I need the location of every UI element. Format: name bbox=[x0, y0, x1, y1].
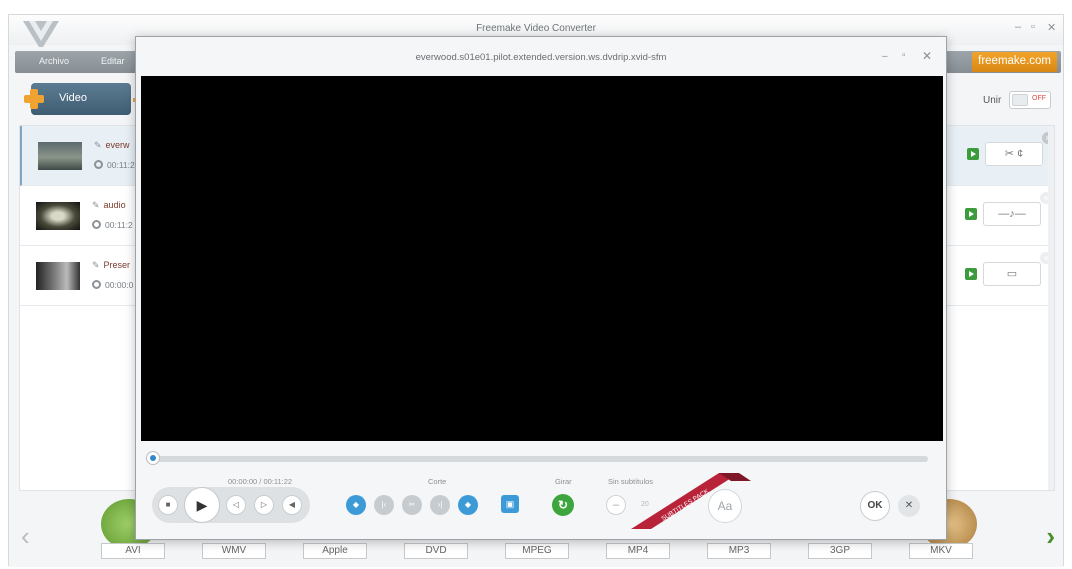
format-mp4-button[interactable]: MP4 bbox=[606, 543, 670, 559]
format-dvd-button[interactable]: DVD bbox=[404, 543, 468, 559]
join-label: Unir bbox=[983, 95, 1002, 106]
player-maximize-button[interactable]: ▫ bbox=[902, 50, 906, 61]
menu-archivo[interactable]: Archivo bbox=[39, 56, 69, 66]
mark-end-icon[interactable]: ◆ bbox=[458, 495, 478, 515]
format-apple-button[interactable]: Apple bbox=[303, 543, 367, 559]
list-scrollbar[interactable] bbox=[1048, 126, 1054, 490]
clock-icon bbox=[92, 280, 101, 289]
file-name[interactable]: ✎ everw bbox=[94, 140, 130, 151]
screen: Freemake Video Converter – ▫ ✕ Archivo E… bbox=[0, 0, 1072, 569]
edit-pencil-icon: ✎ bbox=[92, 260, 100, 270]
scissors-icon: ✂ ¢ bbox=[1004, 148, 1024, 160]
format-3gp-button[interactable]: 3GP bbox=[808, 543, 872, 559]
slideshow-edit-button[interactable]: ▭ bbox=[983, 262, 1041, 286]
audio-thumbnail bbox=[36, 202, 80, 230]
preview-play-icon[interactable] bbox=[967, 148, 979, 160]
join-toggle[interactable]: OFF bbox=[1009, 91, 1051, 109]
go-start-icon[interactable]: |‹ bbox=[374, 495, 394, 515]
frame-icon[interactable]: ▣ bbox=[501, 495, 519, 513]
time-readout: 00:00:00 / 00:11:22 bbox=[228, 477, 293, 486]
cut-caption: Corte bbox=[428, 477, 447, 486]
cut-selection-icon[interactable]: ✂ bbox=[402, 495, 422, 515]
video-thumbnail bbox=[38, 142, 82, 170]
subtitle-size-minus-button[interactable]: – bbox=[606, 495, 626, 515]
player-minimize-button[interactable]: – bbox=[882, 51, 888, 62]
format-mpeg-button[interactable]: MPEG bbox=[505, 543, 569, 559]
image-icon: ▭ bbox=[1006, 268, 1018, 280]
app-title: Freemake Video Converter bbox=[476, 23, 596, 34]
subtitles-caption: Sin subtítulos bbox=[608, 477, 654, 486]
cancel-button[interactable]: ✕ bbox=[898, 495, 920, 517]
file-duration: 00:00:0 bbox=[92, 280, 133, 290]
ok-button[interactable]: OK bbox=[860, 491, 890, 521]
chevron-right-icon[interactable]: › bbox=[1046, 521, 1055, 552]
toggle-state: OFF bbox=[1032, 95, 1046, 102]
clock-icon bbox=[92, 220, 101, 229]
subtitle-font-button[interactable]: Aa bbox=[708, 489, 742, 523]
audio-edit-button[interactable]: —♪— bbox=[983, 202, 1041, 226]
edit-pencil-icon: ✎ bbox=[94, 140, 102, 150]
plus-icon bbox=[24, 89, 44, 109]
app-maximize-button[interactable]: ▫ bbox=[1031, 21, 1035, 33]
seek-bar[interactable] bbox=[152, 456, 928, 462]
add-video-label: Video bbox=[59, 92, 87, 104]
edit-pencil-icon: ✎ bbox=[92, 200, 100, 210]
app-close-button[interactable]: ✕ bbox=[1047, 21, 1056, 34]
freemake-link[interactable]: freemake.com bbox=[972, 52, 1057, 72]
file-duration: 00:11:2 bbox=[94, 160, 135, 170]
preview-play-icon[interactable] bbox=[965, 268, 977, 280]
go-end-icon[interactable]: ›| bbox=[430, 495, 450, 515]
edit-cut-button[interactable]: ✂ ¢ bbox=[985, 142, 1043, 166]
rotate-caption: Girar bbox=[555, 477, 572, 486]
rotate-icon[interactable]: ↻ bbox=[552, 494, 574, 516]
menu-editar[interactable]: Editar bbox=[101, 56, 125, 66]
photo-thumbnail bbox=[36, 262, 80, 290]
play-icon[interactable]: ▶ bbox=[184, 487, 220, 523]
format-wmv-button[interactable]: WMV bbox=[202, 543, 266, 559]
video-preview[interactable] bbox=[141, 76, 943, 441]
subtitle-size-value: 20 bbox=[641, 501, 649, 508]
file-name[interactable]: ✎ audio bbox=[92, 200, 126, 211]
mark-start-icon[interactable]: ◆ bbox=[346, 495, 366, 515]
player-title: everwood.s01e01.pilot.extended.version.w… bbox=[415, 52, 667, 63]
toggle-knob bbox=[1012, 94, 1028, 106]
seek-handle[interactable] bbox=[146, 451, 160, 465]
player-dialog: everwood.s01e01.pilot.extended.version.w… bbox=[135, 36, 947, 540]
stop-icon[interactable]: ■ bbox=[158, 495, 178, 515]
add-video-button[interactable]: Video bbox=[24, 83, 131, 115]
step-back-icon[interactable]: ◁ bbox=[226, 495, 246, 515]
file-duration: 00:11:2 bbox=[92, 220, 133, 230]
chevron-left-icon[interactable]: ‹ bbox=[21, 521, 30, 552]
music-note-icon: —♪— bbox=[998, 208, 1026, 220]
volume-icon[interactable]: ◀ bbox=[282, 495, 302, 515]
format-mp3-button[interactable]: MP3 bbox=[707, 543, 771, 559]
app-minimize-button[interactable]: – bbox=[1015, 21, 1021, 33]
transport-controls: ■ ▶ ◁ ▷ ◀ bbox=[152, 487, 310, 523]
player-close-button[interactable]: ✕ bbox=[922, 49, 932, 63]
format-mkv-button[interactable]: MKV bbox=[909, 543, 973, 559]
preview-play-icon[interactable] bbox=[965, 208, 977, 220]
file-name[interactable]: ✎ Preser bbox=[92, 260, 130, 271]
clock-icon bbox=[94, 160, 103, 169]
format-avi-button[interactable]: AVI bbox=[101, 543, 165, 559]
ribbon-text: SUBTITLES PACK bbox=[660, 488, 710, 523]
step-forward-icon[interactable]: ▷ bbox=[254, 495, 274, 515]
